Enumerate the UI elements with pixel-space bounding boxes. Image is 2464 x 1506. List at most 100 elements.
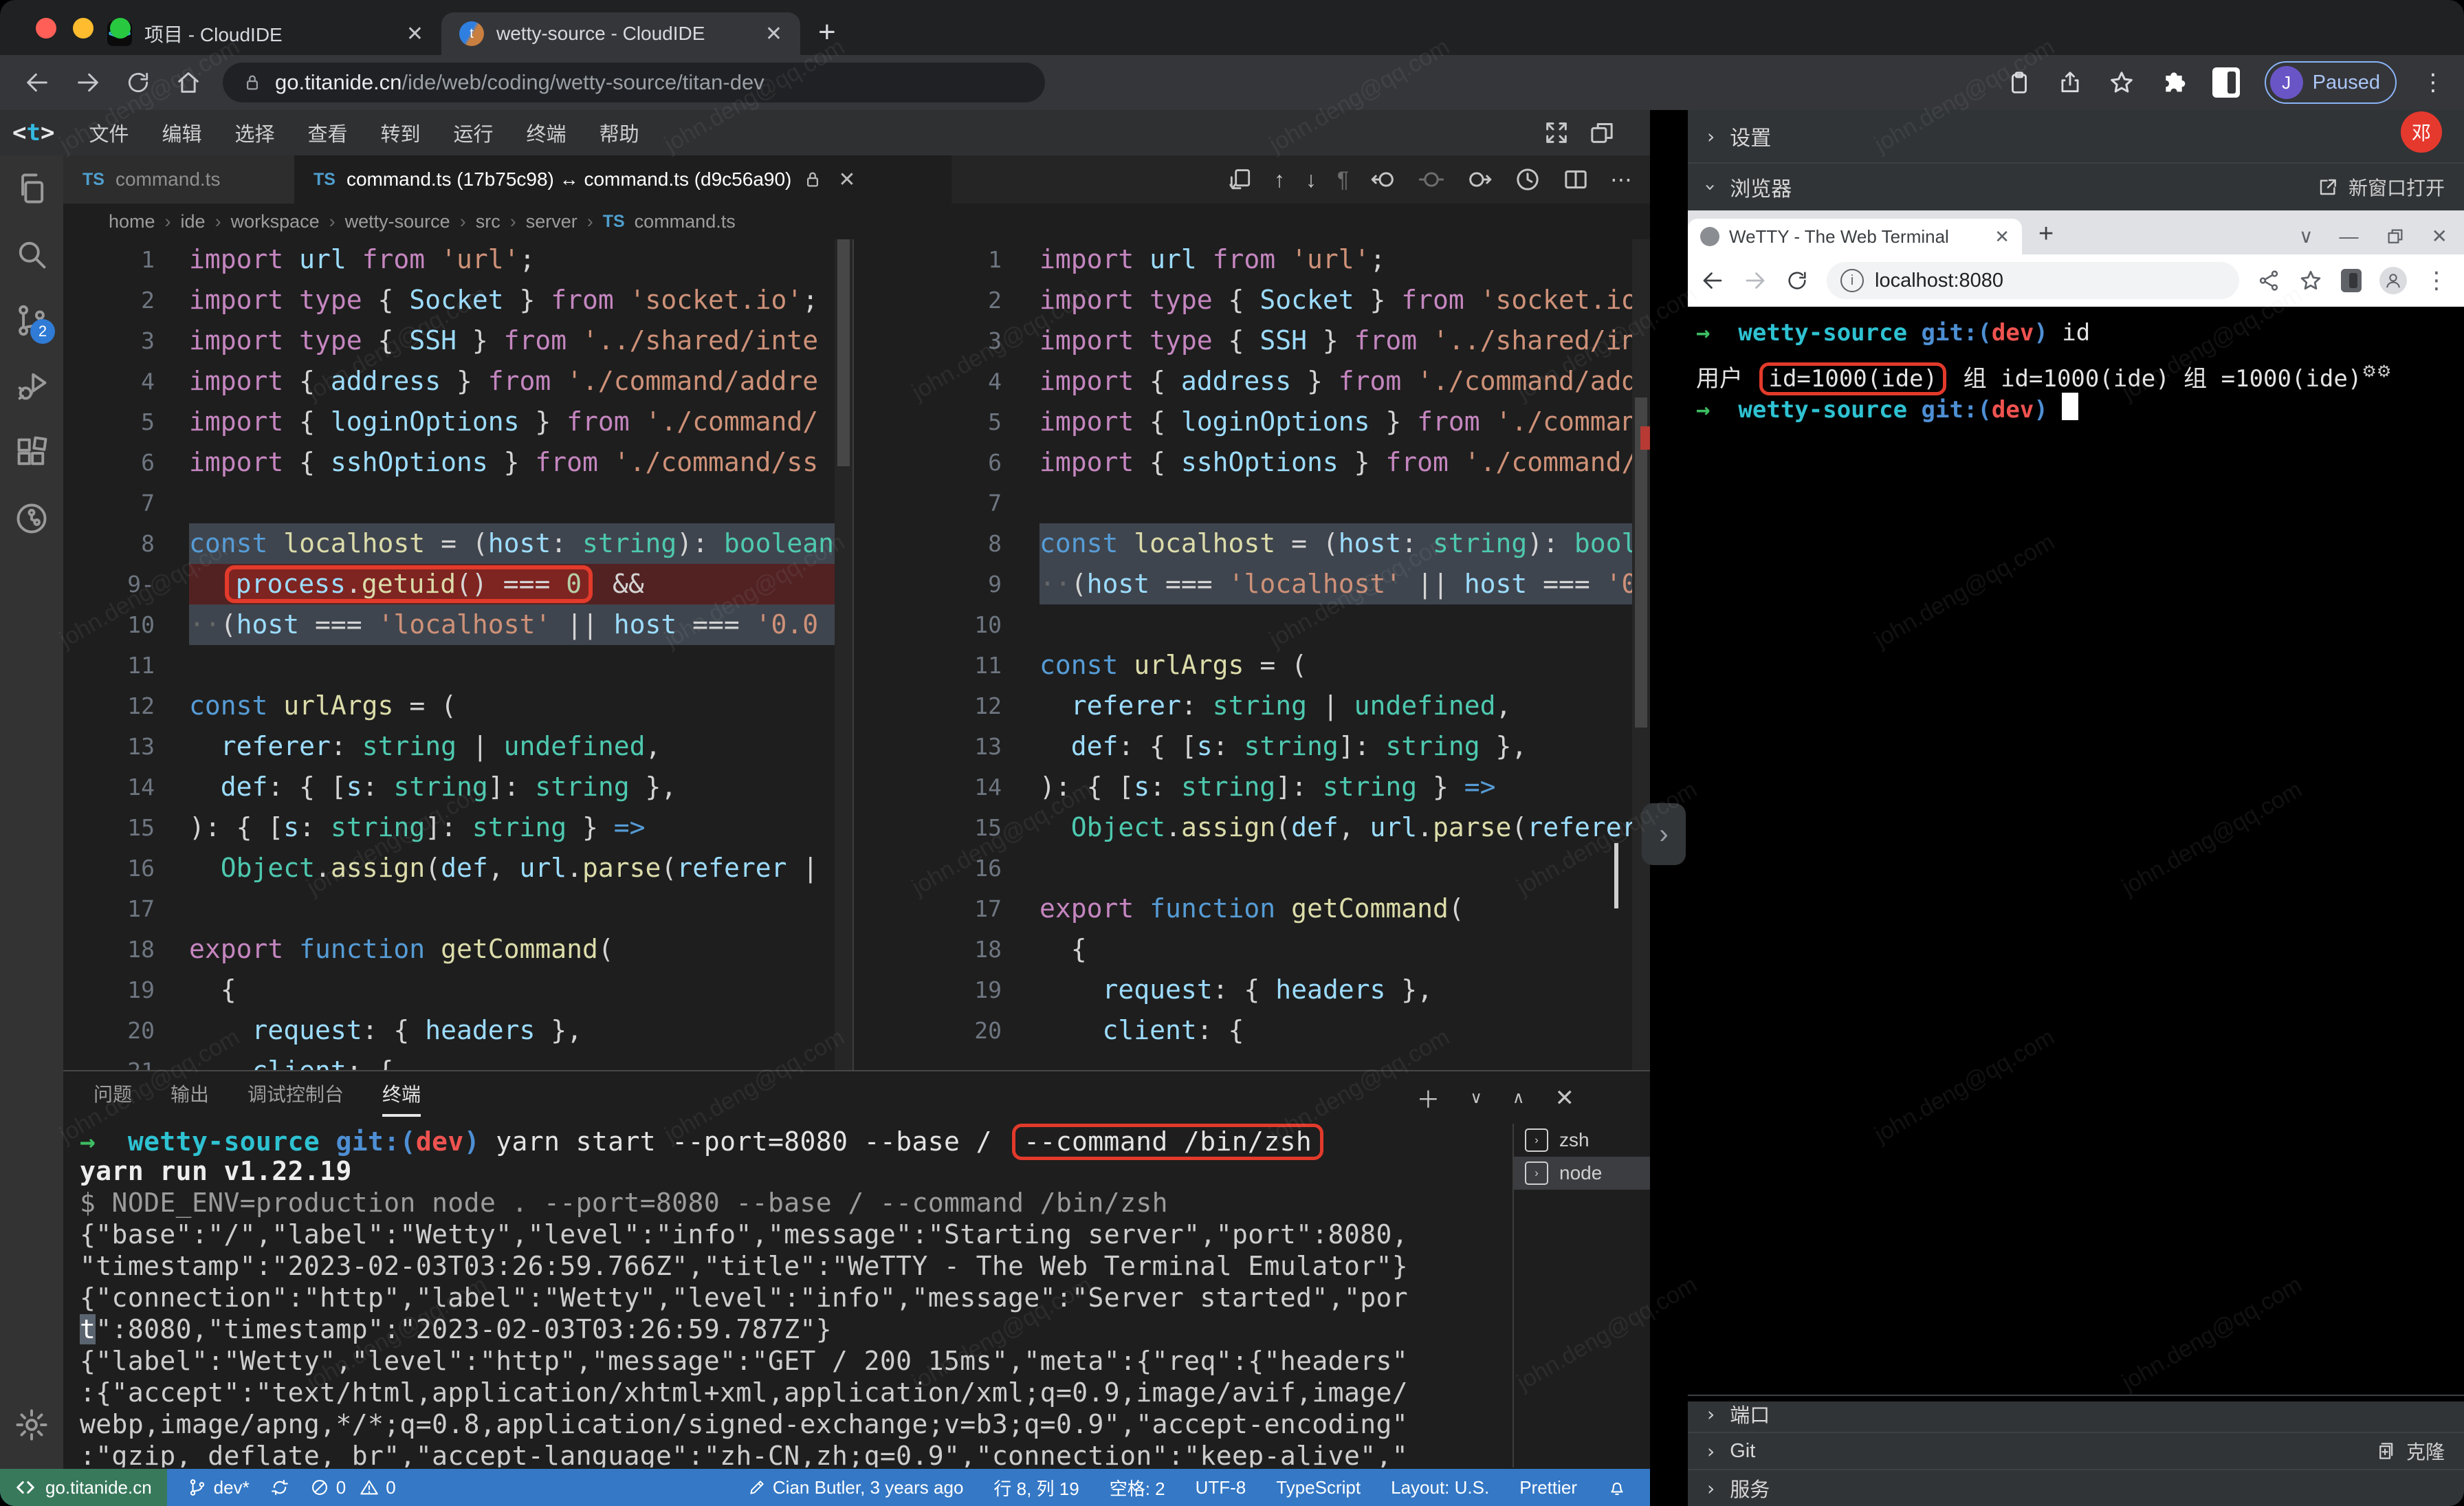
diff-editor[interactable]: 1import url from 'url';2import type { So…: [63, 239, 1650, 1070]
share-icon[interactable]: [2257, 269, 2280, 292]
next-change-icon[interactable]: [1466, 166, 1493, 193]
extensions-puzzle-icon[interactable]: [2160, 69, 2188, 96]
code-line[interactable]: 2import type { Socket } from 'socket.io'…: [63, 280, 852, 320]
section-services[interactable]: › 服务: [1688, 1469, 2464, 1506]
scrollbar[interactable]: [1632, 239, 1650, 1070]
bookmark-star-icon[interactable]: [2108, 69, 2135, 96]
cursor-position[interactable]: 行 8, 列 19: [993, 1475, 1079, 1500]
remote-indicator[interactable]: go.titanide.cn: [0, 1469, 167, 1506]
address-bar[interactable]: go.titanide.cn/ide/web/coding/wetty-sour…: [223, 63, 1045, 102]
code-line[interactable]: 4import { address } from './command/addr…: [858, 361, 1650, 402]
prev-file-icon[interactable]: ↑: [1274, 167, 1285, 193]
close-tab-icon[interactable]: ✕: [838, 168, 855, 192]
share-icon[interactable]: [2057, 69, 2083, 96]
code-line[interactable]: 4import { address } from './command/addr…: [63, 361, 852, 402]
new-terminal-icon[interactable]: ＋: [1416, 1081, 1440, 1115]
search-icon[interactable]: [0, 221, 63, 287]
terminal-item-zsh[interactable]: › zsh: [1514, 1124, 1651, 1157]
layout-icon[interactable]: [1588, 119, 1616, 146]
forward-icon[interactable]: [74, 69, 102, 96]
code-line[interactable]: 14 def: { [s: string]: string },: [63, 767, 852, 807]
menu-icon[interactable]: ⋮: [2425, 267, 2448, 294]
expand-panel-handle[interactable]: ›: [1642, 803, 1686, 865]
code-line[interactable]: 8const localhost = (host: string): boole…: [63, 523, 852, 564]
dropdown-icon[interactable]: ∨: [2299, 225, 2313, 248]
menu-view[interactable]: 查看: [292, 118, 364, 147]
explorer-icon[interactable]: [0, 155, 63, 221]
section-ports[interactable]: › 端口: [1688, 1395, 2464, 1432]
new-tab-icon[interactable]: +: [2038, 219, 2054, 249]
diff-pane-modified[interactable]: 1import url from 'url';2import type { So…: [858, 239, 1650, 1070]
code-line[interactable]: 13 def: { [s: string]: string },: [858, 726, 1650, 767]
encoding[interactable]: UTF-8: [1196, 1477, 1246, 1498]
browser-tab-wetty[interactable]: t wetty-source - CloudIDE ✕: [441, 12, 800, 55]
breadcrumb[interactable]: home› ide› workspace› wetty-source› src›…: [63, 204, 1650, 239]
close-tab-icon[interactable]: ✕: [406, 22, 424, 46]
fullscreen-icon[interactable]: [1543, 119, 1570, 146]
blame-annotation[interactable]: Cian Butler, 3 years ago: [748, 1477, 964, 1498]
section-browser[interactable]: › 浏览器 新窗口打开: [1688, 164, 2464, 210]
extensions-icon[interactable]: [0, 419, 63, 485]
code-line[interactable]: 20 request: { headers },: [63, 1010, 852, 1051]
scrollbar-thumb[interactable]: [1614, 843, 1618, 908]
editor-tab-diff[interactable]: TS command.ts (17b75c98) ↔ command.ts (d…: [294, 155, 952, 204]
embedded-address-bar[interactable]: i localhost:8080: [1827, 262, 2239, 299]
code-line[interactable]: 9··(host === 'localhost' || host === '0.…: [858, 564, 1650, 604]
clone-button[interactable]: 克隆: [2376, 1437, 2445, 1465]
tab-terminal[interactable]: 终端: [382, 1080, 421, 1117]
section-settings[interactable]: › 设置: [1688, 110, 2464, 164]
close-window-button[interactable]: [36, 18, 56, 39]
scrollbar[interactable]: [835, 239, 852, 1070]
back-icon[interactable]: [1700, 268, 1725, 293]
code-line[interactable]: 15 Object.assign(def, url.parse(referer …: [858, 807, 1650, 848]
clipboard-icon[interactable]: [2006, 69, 2032, 96]
editor-tab-command-ts[interactable]: TS command.ts: [63, 155, 294, 204]
code-line[interactable]: 10: [858, 604, 1650, 645]
minimize-window-button[interactable]: [73, 18, 94, 39]
embedded-terminal[interactable]: → wetty-source git:(dev) id用户 id=1000(id…: [1688, 307, 2464, 1401]
source-control-icon[interactable]: 2: [0, 287, 63, 353]
menu-help[interactable]: 帮助: [583, 118, 656, 147]
minimize-icon[interactable]: —: [2340, 226, 2359, 248]
code-line[interactable]: 19 request: { headers },: [858, 970, 1650, 1010]
code-line[interactable]: 7: [858, 483, 1650, 523]
maximize-panel-icon[interactable]: ∧: [1512, 1088, 1525, 1108]
terminal-item-node[interactable]: › node: [1514, 1157, 1651, 1190]
code-line[interactable]: 9- process.getuid() === 0 &&: [63, 564, 852, 604]
code-line[interactable]: 19 {: [63, 970, 852, 1010]
keyboard-layout[interactable]: Layout: U.S.: [1391, 1477, 1489, 1498]
profile-button[interactable]: J Paused: [2265, 61, 2397, 104]
code-line[interactable]: 1import url from 'url';: [63, 239, 852, 280]
home-icon[interactable]: [175, 69, 202, 96]
code-line[interactable]: 18export function getCommand(: [63, 929, 852, 970]
code-line[interactable]: 6import { sshOptions } from './command/s…: [858, 442, 1650, 483]
formatter[interactable]: Prettier: [1519, 1477, 1577, 1498]
close-tab-icon[interactable]: ✕: [765, 22, 782, 46]
info-icon[interactable]: i: [1840, 269, 1864, 292]
code-line[interactable]: 14): { [s: string]: string } =>: [858, 767, 1650, 807]
code-line[interactable]: 17export function getCommand(: [858, 888, 1650, 929]
settings-gear-icon[interactable]: [0, 1392, 63, 1458]
code-line[interactable]: 15): { [s: string]: string } =>: [63, 807, 852, 848]
code-line[interactable]: 20 client: {: [858, 1010, 1650, 1051]
indentation[interactable]: 空格: 2: [1110, 1475, 1165, 1500]
close-panel-icon[interactable]: ✕: [1555, 1084, 1575, 1112]
timeline-icon[interactable]: [0, 485, 63, 552]
code-line[interactable]: 7: [63, 483, 852, 523]
timeline-clock-icon[interactable]: [1514, 166, 1541, 193]
close-tab-icon[interactable]: ✕: [1994, 226, 2010, 248]
tab-output[interactable]: 输出: [170, 1080, 209, 1107]
bookmark-star-icon[interactable]: [2298, 268, 2323, 293]
code-line[interactable]: 21 client: {: [63, 1051, 852, 1070]
breadcrumb-item[interactable]: src: [476, 211, 500, 232]
whitespace-icon[interactable]: ¶: [1337, 167, 1349, 193]
code-line[interactable]: 11const urlArgs = (: [858, 645, 1650, 686]
sync-button[interactable]: [270, 1478, 289, 1497]
tab-problems[interactable]: 问题: [94, 1080, 132, 1107]
menu-edit[interactable]: 编辑: [145, 118, 218, 147]
open-new-window-button[interactable]: 新窗口打开: [2317, 173, 2445, 201]
breadcrumb-item[interactable]: home: [109, 211, 155, 232]
breadcrumb-item[interactable]: ide: [181, 211, 206, 232]
diff-pane-original[interactable]: 1import url from 'url';2import type { So…: [63, 239, 852, 1070]
back-icon[interactable]: [23, 69, 51, 96]
